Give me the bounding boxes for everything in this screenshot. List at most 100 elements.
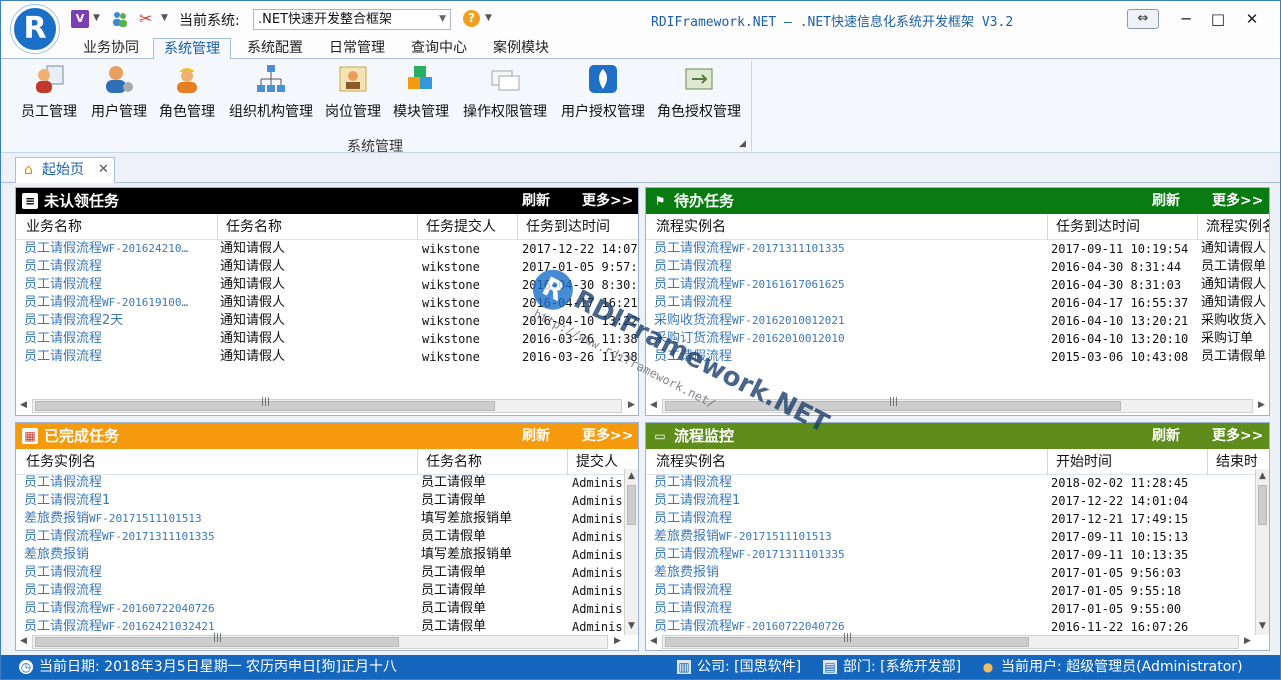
table-row[interactable]: 员工请假流程1 员工请假单 Adminis xyxy=(16,492,624,510)
table-row[interactable]: 员工请假流程 2017-12-21 17:49:15 xyxy=(646,510,1255,528)
tab-daily[interactable]: 日常管理 xyxy=(319,38,395,59)
more-button[interactable]: 更多>> xyxy=(1212,188,1263,214)
current-system-select[interactable]: .NET快速开发整合框架 ▼ xyxy=(253,9,451,30)
table-row[interactable]: 员工请假流程WF-20162421032421 员工请假单 Adminis xyxy=(16,618,624,636)
vertical-scrollbar[interactable]: ▲ ▼ xyxy=(1255,469,1269,635)
table-row[interactable]: 员工请假流程WF-201624210… 通知请假人 wikstone 2017-12-… xyxy=(16,240,638,258)
tab-query-center[interactable]: 查询中心 xyxy=(401,38,477,59)
users-icon[interactable] xyxy=(111,10,129,28)
refresh-button[interactable]: 刷新 xyxy=(1152,188,1180,214)
table-row[interactable]: 员工请假流程 员工请假单 Adminis xyxy=(16,582,624,600)
business-name[interactable]: 员工请假流程 xyxy=(24,331,102,346)
instance-name[interactable]: 员工请假流程 xyxy=(654,277,732,292)
table-row[interactable]: 员工请假流程 通知请假人 wikstone 2017-01-05 9:57:2 xyxy=(16,258,638,276)
scroll-right-icon[interactable]: ▶ xyxy=(1258,400,1265,410)
instance-name[interactable]: 员工请假流程 xyxy=(654,295,732,310)
instance-name[interactable]: 员工请假流程 xyxy=(24,583,102,598)
doc-tab-start-page[interactable]: ⌂ 起始页 ✕ xyxy=(15,157,115,183)
instance-name[interactable]: 员工请假流程 xyxy=(654,619,732,634)
instance-name[interactable]: 员工请假流程 xyxy=(24,529,102,544)
scroll-left-icon[interactable]: ◀ xyxy=(20,400,27,410)
instance-name[interactable]: 员工请假流程 xyxy=(654,547,732,562)
column-header[interactable]: 任务名称 xyxy=(220,214,418,240)
instance-name[interactable]: 员工请假流程 xyxy=(24,565,102,580)
table-row[interactable]: 员工请假流程1 2017-12-22 14:01:04 xyxy=(646,492,1255,510)
table-row[interactable]: 员工请假流程 员工请假单 Adminis xyxy=(16,564,624,582)
column-header[interactable]: 任务到达时间 xyxy=(520,214,638,240)
table-row[interactable]: 员工请假流程 2017-01-05 9:55:18 xyxy=(646,582,1255,600)
more-button[interactable]: 更多>> xyxy=(1212,423,1263,449)
instance-name[interactable]: 员工请假流程 xyxy=(24,601,102,616)
table-row[interactable]: 员工请假流程2天 通知请假人 wikstone 2016-04-10 13:22: xyxy=(16,312,638,330)
column-header[interactable]: 流程实例名 xyxy=(650,449,1048,475)
instance-name[interactable]: 员工请假流程 xyxy=(654,259,732,274)
instance-name[interactable]: 员工请假流程 xyxy=(654,583,732,598)
table-row[interactable]: 采购订货流程WF-20162010012010 2016-04-10 13:20:… xyxy=(646,330,1269,348)
scroll-down-icon[interactable]: ▼ xyxy=(628,621,635,631)
tools-icon[interactable]: ✂ xyxy=(139,10,157,28)
tab-system-config[interactable]: 系统配置 xyxy=(237,38,313,59)
table-row[interactable]: 员工请假流程 员工请假单 Adminis xyxy=(16,474,624,492)
instance-name[interactable]: 员工请假流程1 xyxy=(24,493,110,508)
refresh-button[interactable]: 刷新 xyxy=(1152,423,1180,449)
instance-name[interactable]: 员工请假流程1 xyxy=(654,493,740,508)
visual-studio-icon[interactable]: V xyxy=(71,10,89,28)
app-logo[interactable]: R xyxy=(11,5,59,53)
table-row[interactable]: 员工请假流程 通知请假人 wikstone 2016-03-26 11:38: xyxy=(16,348,638,366)
scroll-right-icon[interactable]: ▶ xyxy=(614,636,621,646)
scroll-left-icon[interactable]: ◀ xyxy=(650,636,657,646)
table-row[interactable]: 员工请假流程 2016-04-17 16:55:37 通知请假人 xyxy=(646,294,1269,312)
close-button[interactable]: ✕ xyxy=(1237,7,1267,31)
instance-name[interactable]: 差旅费报销 xyxy=(24,511,89,526)
column-header[interactable]: 任务提交人 xyxy=(420,214,518,240)
refresh-button[interactable]: 刷新 xyxy=(522,423,550,449)
help-icon[interactable]: ? xyxy=(463,10,480,27)
tab-system-management[interactable]: 系统管理 xyxy=(153,38,231,60)
instance-name[interactable]: 采购订货流程 xyxy=(654,331,732,346)
instance-name[interactable]: 差旅费报销 xyxy=(654,529,719,544)
column-header[interactable]: 开始时间 xyxy=(1050,449,1208,475)
more-button[interactable]: 更多>> xyxy=(582,423,633,449)
group-launcher-icon[interactable]: ◢ xyxy=(739,139,746,149)
instance-name[interactable]: 员工请假流程 xyxy=(24,475,102,490)
module-management-button[interactable]: 模块管理 xyxy=(393,63,449,123)
tab-business[interactable]: 业务协同 xyxy=(73,38,149,59)
more-button[interactable]: 更多>> xyxy=(582,188,633,214)
instance-name[interactable]: 员工请假流程 xyxy=(654,511,732,526)
scroll-left-icon[interactable]: ◀ xyxy=(650,400,657,410)
instance-name[interactable]: 员工请假流程 xyxy=(654,349,732,364)
table-row[interactable]: 员工请假流程 2016-04-30 8:31:44 员工请假单 xyxy=(646,258,1269,276)
table-row[interactable]: 员工请假流程WF-20171311101335 2017-09-11 10:19:… xyxy=(646,240,1269,258)
user-management-button[interactable]: 用户管理 xyxy=(91,63,147,123)
horizontal-scrollbar[interactable]: ||| xyxy=(32,397,622,413)
table-row[interactable]: 差旅费报销 填写差旅报销单 Adminis xyxy=(16,546,624,564)
business-name[interactable]: 员工请假流程2天 xyxy=(24,313,123,328)
table-row[interactable]: 员工请假流程WF-20161617061625 2016-04-30 8:31:0… xyxy=(646,276,1269,294)
permission-management-button[interactable]: 操作权限管理 xyxy=(463,63,547,123)
table-row[interactable]: 员工请假流程 2017-01-05 9:55:00 xyxy=(646,600,1255,618)
chevron-down-icon[interactable]: ▼ xyxy=(485,13,492,23)
column-header[interactable]: 业务名称 xyxy=(20,214,218,240)
horizontal-scrollbar[interactable]: ||| xyxy=(662,397,1253,413)
instance-name[interactable]: 差旅费报销 xyxy=(654,565,719,580)
minimize-button[interactable]: ─ xyxy=(1171,7,1201,31)
table-row[interactable]: 差旅费报销WF-20171511101513 填写差旅报销单 Adminis xyxy=(16,510,624,528)
role-authorization-button[interactable]: 角色授权管理 xyxy=(657,63,741,123)
table-row[interactable]: 员工请假流程 2018-02-02 11:28:45 xyxy=(646,474,1255,492)
scrollbar-thumb[interactable] xyxy=(627,485,636,525)
instance-name[interactable]: 差旅费报销 xyxy=(24,547,89,562)
instance-name[interactable]: 采购收货流程 xyxy=(654,313,732,328)
vertical-scrollbar[interactable]: ▲ ▼ xyxy=(624,469,638,635)
table-row[interactable]: 差旅费报销WF-20171511101513 2017-09-11 10:15:1… xyxy=(646,528,1255,546)
instance-name[interactable]: 员工请假流程 xyxy=(654,475,732,490)
scroll-right-icon[interactable]: ▶ xyxy=(1244,636,1251,646)
chevron-down-icon[interactable]: ▼ xyxy=(93,13,100,23)
maximize-button[interactable]: □ xyxy=(1203,7,1233,31)
role-management-button[interactable]: 角色管理 xyxy=(159,63,215,123)
scroll-up-icon[interactable]: ▲ xyxy=(1259,471,1266,481)
table-row[interactable]: 员工请假流程WF-20160722040726 2016-11-22 16:07:… xyxy=(646,618,1255,636)
column-header[interactable]: 任务实例名 xyxy=(20,449,418,475)
position-management-button[interactable]: 岗位管理 xyxy=(325,63,381,123)
user-authorization-button[interactable]: 用户授权管理 xyxy=(561,63,645,123)
refresh-button[interactable]: 刷新 xyxy=(522,188,550,214)
